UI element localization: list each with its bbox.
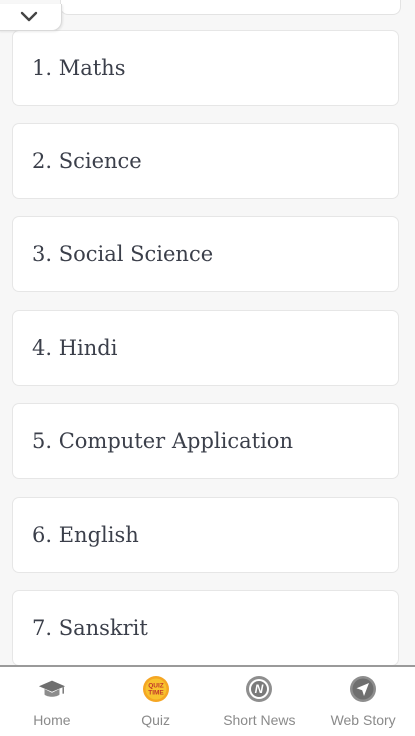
subject-label: 3. Social Science — [32, 242, 214, 266]
subject-label: 2. Science — [32, 149, 142, 173]
subject-card-english[interactable]: 6. English — [12, 497, 399, 573]
news-icon-letter: N — [255, 682, 264, 696]
subject-card-social-science[interactable]: 3. Social Science — [12, 216, 399, 292]
subject-card-hindi[interactable]: 4. Hindi — [12, 310, 399, 386]
nav-quiz[interactable]: QUIZ TIME Quiz — [104, 667, 208, 736]
nav-quiz-label: Quiz — [141, 712, 171, 728]
subject-label: 1. Maths — [32, 56, 126, 80]
subject-label: 4. Hindi — [32, 336, 118, 360]
subject-label: 6. English — [32, 523, 139, 547]
top-card-edge — [60, 0, 401, 15]
nav-home-label: Home — [33, 712, 71, 728]
news-icon: N — [245, 675, 273, 703]
nav-web-story-label: Web Story — [330, 712, 396, 728]
nav-short-news-label: Short News — [223, 712, 296, 728]
graduation-cap-icon — [38, 675, 66, 703]
subject-card-maths[interactable]: 1. Maths — [12, 30, 399, 106]
subject-card-computer-application[interactable]: 5. Computer Application — [12, 403, 399, 479]
subject-label: 7. Sanskrit — [32, 616, 148, 640]
subject-list-screen: 1. Maths 2. Science 3. Social Science 4.… — [0, 0, 415, 736]
subject-card-science[interactable]: 2. Science — [12, 123, 399, 199]
nav-home[interactable]: Home — [0, 667, 104, 736]
collapse-toggle[interactable] — [0, 4, 62, 31]
nav-web-story[interactable]: Web Story — [311, 667, 415, 736]
quiz-icon-text-top: QUIZ — [148, 683, 164, 690]
quiz-icon-text-bottom: TIME — [148, 690, 164, 697]
bottom-navigation: Home QUIZ TIME Quiz N Short News Web Sto… — [0, 665, 415, 736]
subject-label: 5. Computer Application — [32, 429, 293, 453]
nav-short-news[interactable]: N Short News — [208, 667, 312, 736]
chevron-down-icon — [20, 11, 38, 22]
navigation-arrow-icon — [349, 675, 377, 703]
subject-card-sanskrit[interactable]: 7. Sanskrit — [12, 590, 399, 666]
quiz-time-icon: QUIZ TIME — [142, 675, 170, 703]
